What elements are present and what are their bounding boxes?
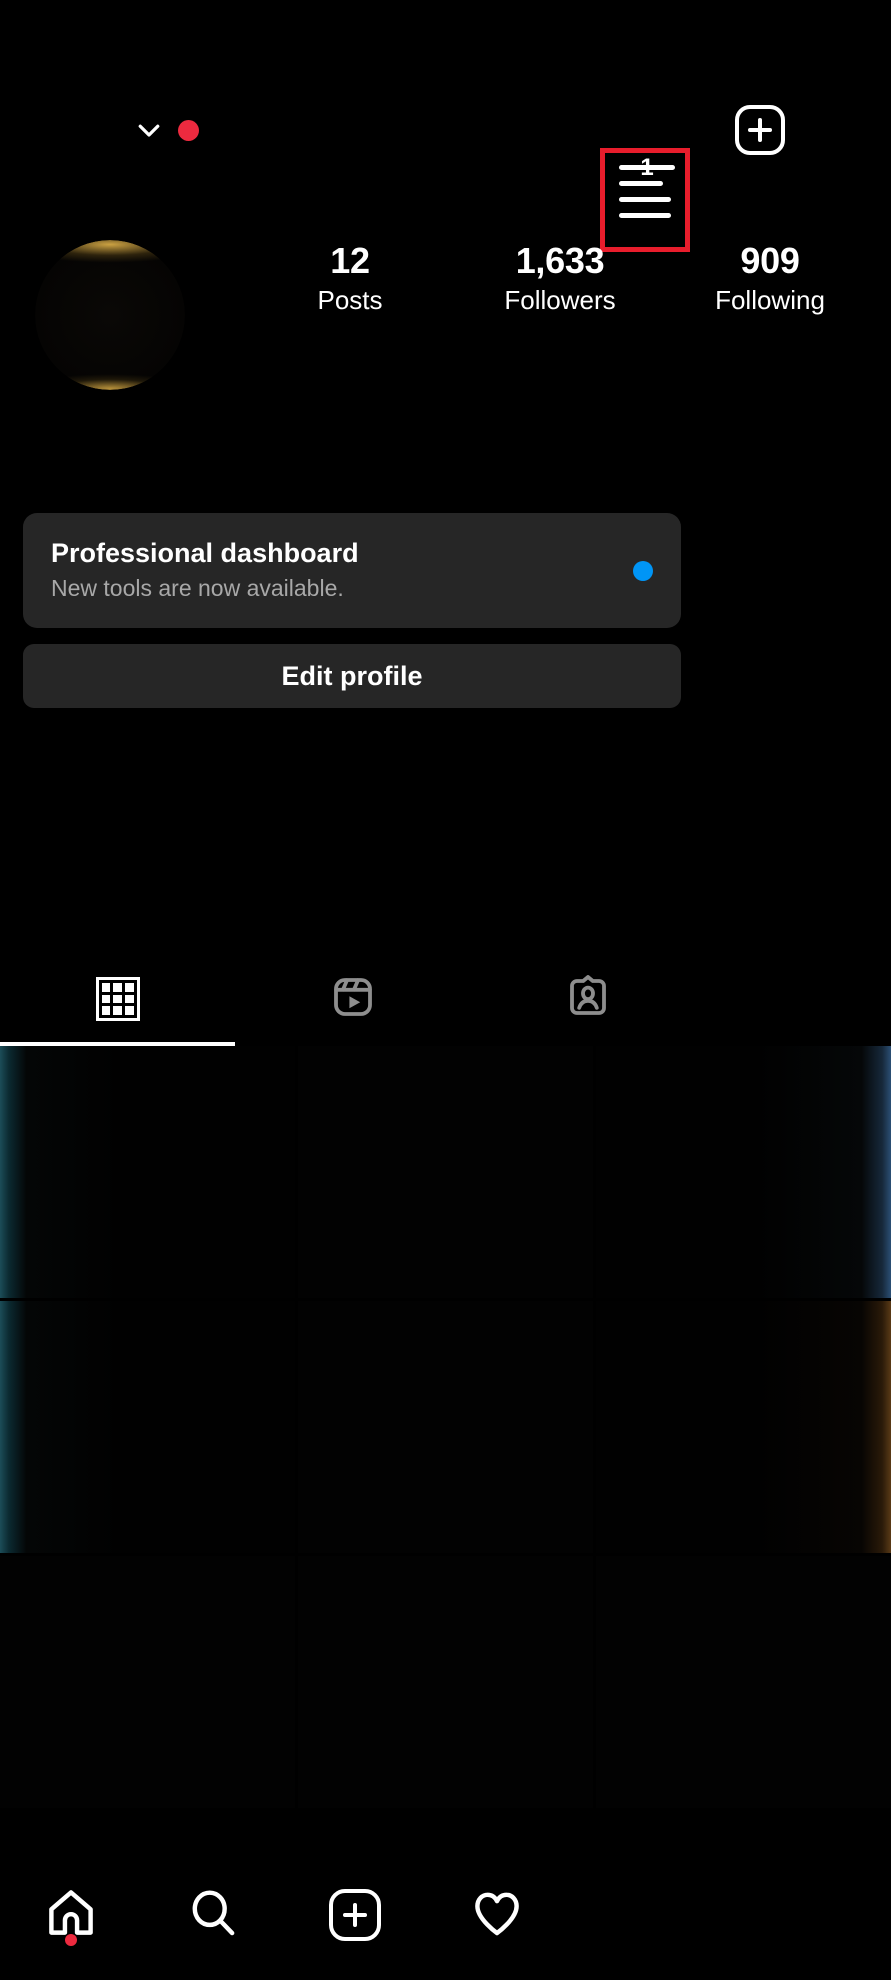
tab-reels[interactable]: [235, 952, 470, 1046]
dashboard-new-dot: [633, 560, 653, 581]
grid-post[interactable]: [298, 1046, 593, 1298]
tab-grid[interactable]: [0, 952, 236, 1046]
plus-square-icon: [735, 105, 785, 155]
edit-profile-button[interactable]: Edit profile: [23, 644, 681, 708]
nav-search[interactable]: [142, 1850, 284, 1980]
profile-header: 1: [0, 70, 891, 252]
hamburger-line: [619, 197, 671, 202]
heart-icon: [469, 1885, 525, 1946]
menu-notification-badge: 1: [619, 154, 675, 181]
avatar-image: [35, 240, 185, 390]
stat-posts[interactable]: 12 Posts: [245, 240, 455, 317]
profile-tab-bar: [0, 952, 706, 1046]
hamburger-line: [619, 181, 663, 186]
create-post-button[interactable]: [725, 95, 795, 165]
story-unread-dot: [178, 119, 199, 141]
stat-following[interactable]: 909 Following: [665, 240, 875, 317]
stat-followers[interactable]: 1,633 Followers: [455, 240, 665, 317]
professional-dashboard-card[interactable]: Professional dashboard New tools are now…: [23, 513, 681, 628]
grid-post[interactable]: [596, 1301, 891, 1553]
profile-stats: 12 Posts 1,633 Followers 909 Following: [245, 240, 875, 317]
header-actions: [725, 70, 873, 190]
profile-summary-row: 12 Posts 1,633 Followers 909 Following: [0, 228, 891, 468]
search-icon: [185, 1885, 241, 1946]
instagram-profile-screen: 1 12 Posts 1,633 Followers 909 Following: [0, 0, 891, 1980]
chevron-down-icon[interactable]: [134, 115, 164, 145]
nav-home[interactable]: [0, 1850, 142, 1980]
posts-grid: [0, 1046, 891, 1808]
hamburger-line: [619, 213, 671, 218]
plus-square-icon: [329, 1889, 381, 1941]
username-dropdown[interactable]: [120, 70, 199, 190]
bottom-navigation-bar: [0, 1850, 891, 1980]
grid-post[interactable]: [298, 1301, 593, 1553]
grid-post[interactable]: [0, 1301, 295, 1553]
grid-post[interactable]: [298, 1556, 593, 1808]
nav-activity[interactable]: [426, 1850, 568, 1980]
tab-tagged[interactable]: [471, 952, 706, 1046]
avatar[interactable]: [35, 240, 185, 390]
grid-post[interactable]: [0, 1556, 295, 1808]
grid-icon: [95, 977, 140, 1021]
reels-icon: [329, 973, 377, 1026]
hamburger-menu-icon[interactable]: 1: [619, 154, 675, 219]
edit-profile-label: Edit profile: [281, 660, 423, 691]
stat-label: Posts: [317, 285, 383, 316]
stat-value: 12: [330, 240, 370, 281]
dashboard-title: Professional dashboard: [51, 537, 359, 568]
stat-label: Following: [715, 285, 825, 316]
nav-create[interactable]: [284, 1850, 426, 1980]
stat-value: 1,633: [515, 240, 605, 281]
dashboard-texts: Professional dashboard New tools are now…: [51, 537, 633, 605]
dashboard-subtitle: New tools are now available.: [51, 575, 344, 602]
grid-post[interactable]: [0, 1046, 295, 1298]
grid-post[interactable]: [596, 1046, 891, 1298]
grid-post[interactable]: [596, 1556, 891, 1808]
stat-value: 909: [740, 240, 800, 281]
tagged-person-icon: [564, 973, 612, 1026]
home-unread-dot: [65, 1934, 77, 1946]
stat-label: Followers: [504, 285, 616, 316]
